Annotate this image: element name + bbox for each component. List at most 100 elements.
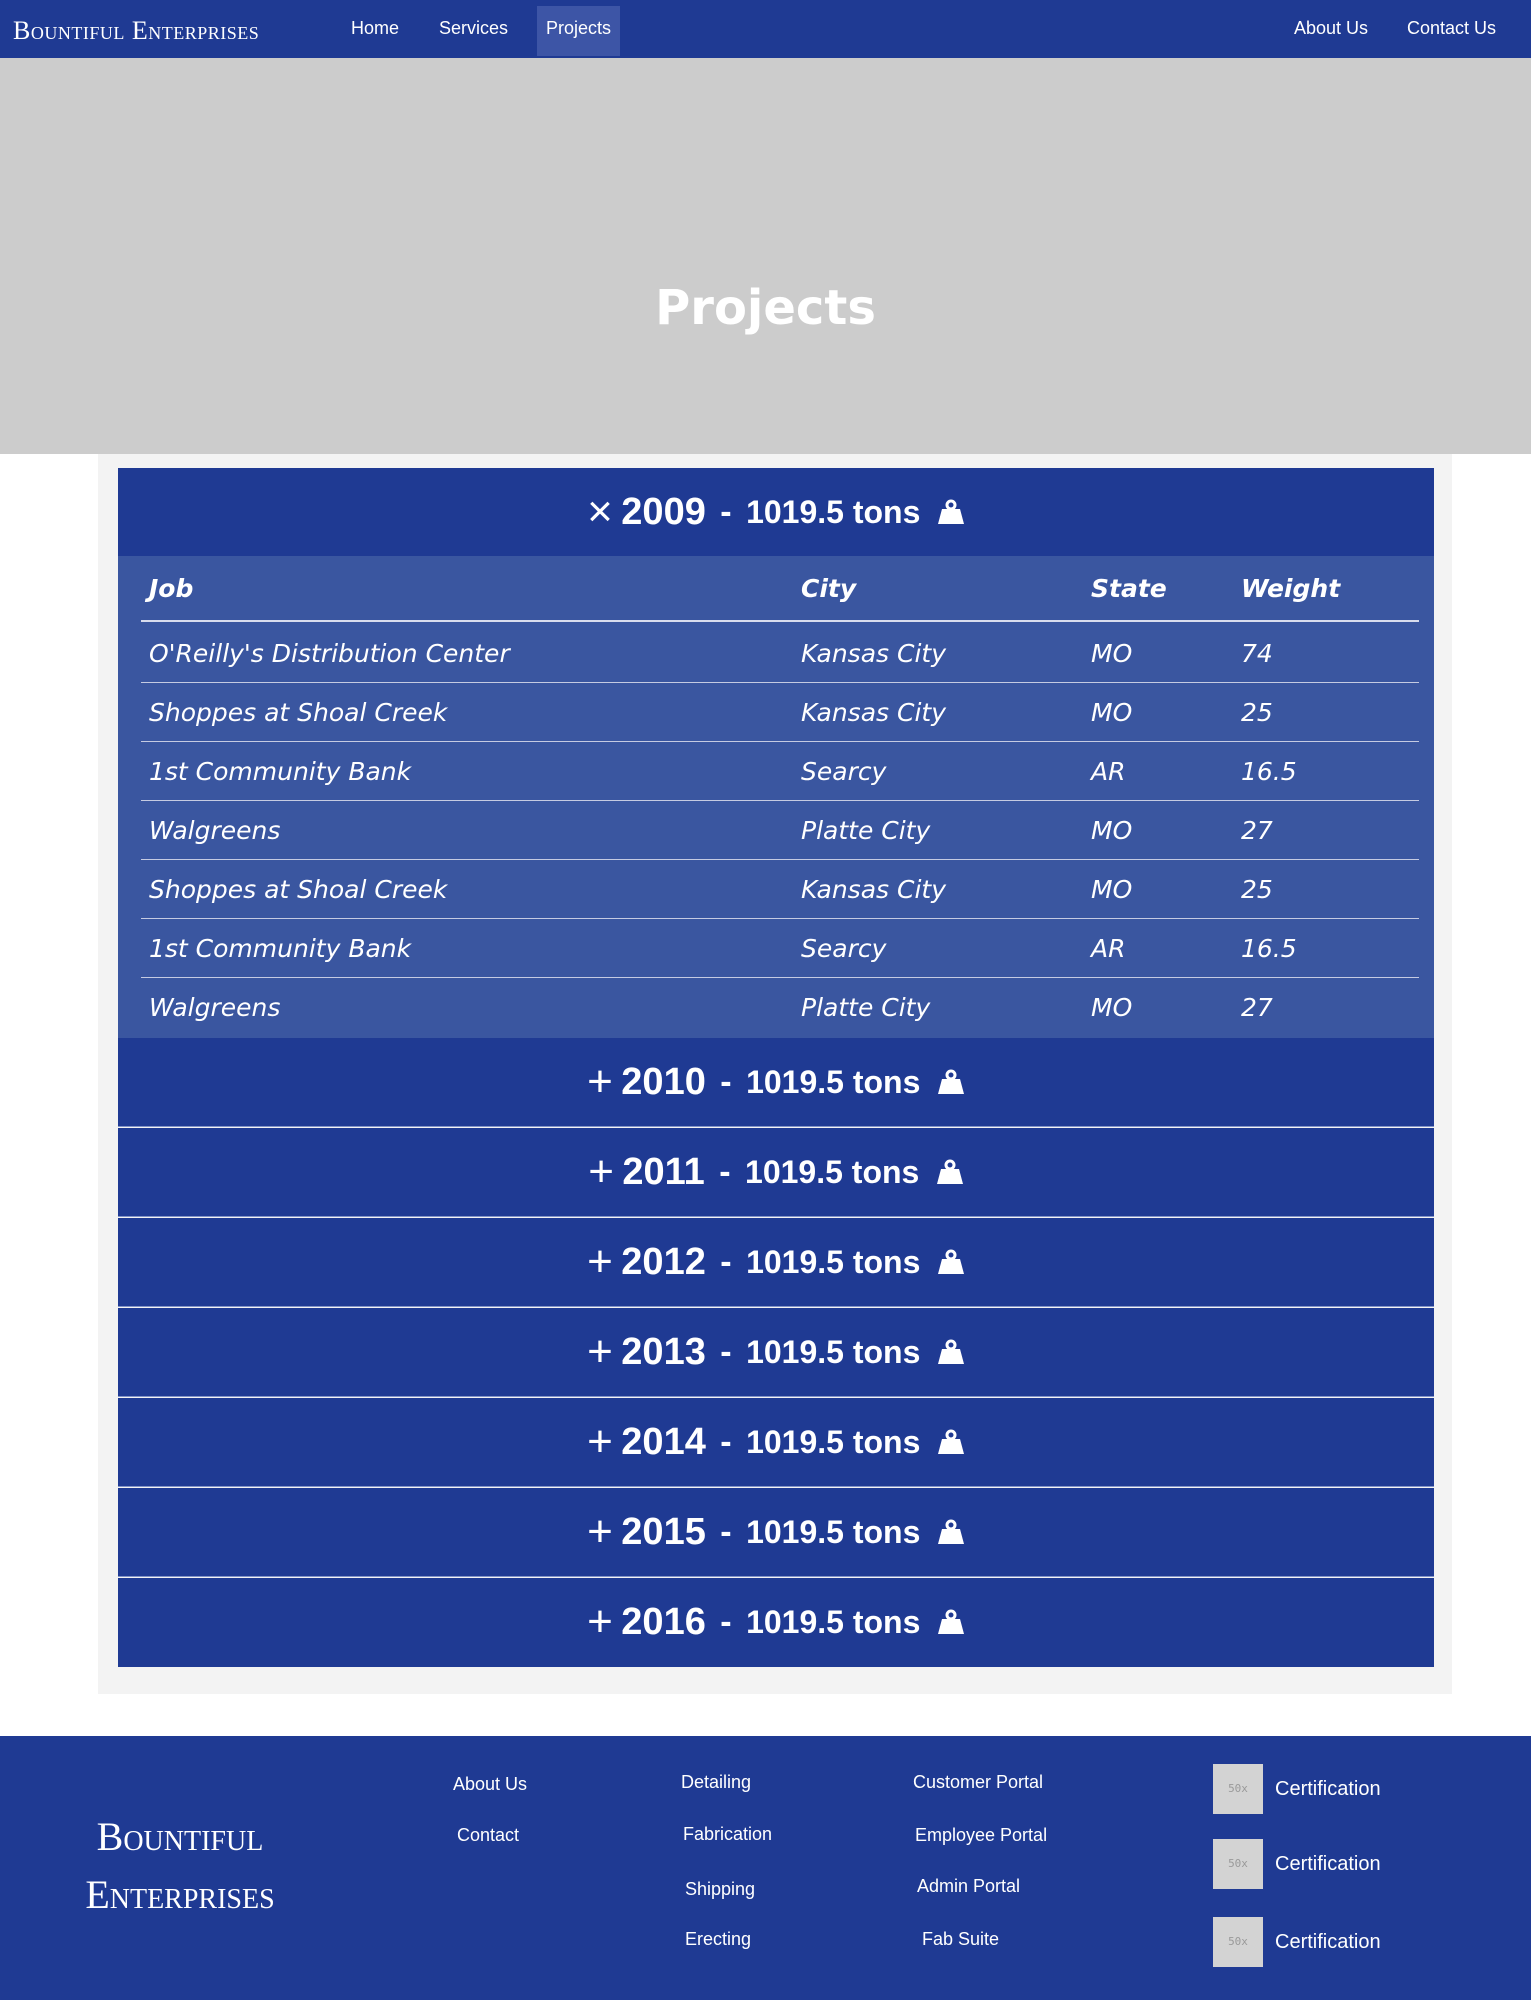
table-row: Walgreens Platte City MO 27 bbox=[141, 801, 1419, 860]
cell-city: Kansas City bbox=[801, 874, 946, 904]
certification-item: 50x Certification bbox=[1213, 1839, 1453, 1889]
footer-link-about-us[interactable]: About Us bbox=[453, 1774, 527, 1795]
cell-state: MO bbox=[1091, 874, 1133, 904]
nav-contact-us[interactable]: Contact Us bbox=[1398, 0, 1505, 56]
cell-job: O'Reilly's Distribution Center bbox=[149, 638, 510, 668]
plus-icon[interactable]: + bbox=[587, 1597, 613, 1646]
cell-job: Shoppes at Shoal Creek bbox=[149, 697, 448, 727]
weight-icon bbox=[937, 1609, 964, 1634]
cell-state: MO bbox=[1091, 638, 1133, 668]
cell-job: 1st Community Bank bbox=[149, 756, 412, 786]
column-header-state: State bbox=[1091, 573, 1167, 603]
cell-city: Searcy bbox=[801, 933, 887, 963]
plus-icon[interactable]: + bbox=[587, 1417, 613, 1466]
weight-icon bbox=[937, 1519, 964, 1544]
nav-about-us[interactable]: About Us bbox=[1285, 0, 1377, 56]
year-header-2014[interactable]: + 2014 - 1019.5 tons bbox=[118, 1398, 1434, 1487]
cell-weight: 25 bbox=[1241, 874, 1273, 904]
cell-weight: 16.5 bbox=[1241, 756, 1297, 786]
cell-city: Kansas City bbox=[801, 697, 946, 727]
cell-city: Platte City bbox=[801, 815, 931, 845]
year-tons: 1019.5 tons bbox=[746, 1604, 921, 1640]
year-label: 2011 bbox=[622, 1151, 705, 1193]
footer-link-shipping[interactable]: Shipping bbox=[685, 1879, 755, 1900]
year-header-2009[interactable]: × 2009 - 1019.5 tons bbox=[118, 468, 1434, 557]
column-header-job: Job bbox=[149, 573, 194, 603]
hero-banner: Projects bbox=[0, 58, 1531, 454]
cell-city: Searcy bbox=[801, 756, 887, 786]
year-header-2015[interactable]: + 2015 - 1019.5 tons bbox=[118, 1488, 1434, 1577]
plus-icon[interactable]: + bbox=[587, 1327, 613, 1376]
table-row: Shoppes at Shoal Creek Kansas City MO 25 bbox=[141, 683, 1419, 742]
cell-weight: 27 bbox=[1241, 815, 1273, 845]
year-header-2012[interactable]: + 2012 - 1019.5 tons bbox=[118, 1218, 1434, 1307]
close-icon[interactable]: × bbox=[587, 487, 613, 536]
year-tons: 1019.5 tons bbox=[746, 1334, 921, 1370]
column-header-weight: Weight bbox=[1241, 573, 1341, 603]
separator: - bbox=[720, 1333, 732, 1371]
footer-link-fabrication[interactable]: Fabrication bbox=[683, 1824, 772, 1845]
cell-state: MO bbox=[1091, 993, 1133, 1022]
cell-weight: 74 bbox=[1241, 638, 1273, 668]
weight-icon bbox=[937, 1249, 964, 1274]
cell-job: Walgreens bbox=[149, 993, 281, 1022]
certification-item: 50x Certification bbox=[1213, 1764, 1453, 1814]
year-tons: 1019.5 tons bbox=[746, 1424, 921, 1460]
brand-logo[interactable]: Bountiful Enterprises bbox=[13, 16, 259, 46]
nav-home[interactable]: Home bbox=[342, 0, 408, 56]
plus-icon[interactable]: + bbox=[587, 1507, 613, 1556]
plus-icon[interactable]: + bbox=[587, 1237, 613, 1286]
year-label: 2013 bbox=[621, 1331, 706, 1373]
cell-city: Platte City bbox=[801, 993, 931, 1022]
cell-weight: 25 bbox=[1241, 697, 1273, 727]
year-header-2016[interactable]: + 2016 - 1019.5 tons bbox=[118, 1578, 1434, 1667]
plus-icon[interactable]: + bbox=[588, 1147, 614, 1196]
nav-services[interactable]: Services bbox=[430, 0, 517, 56]
footer-link-customer-portal[interactable]: Customer Portal bbox=[913, 1772, 1043, 1793]
separator: - bbox=[720, 1423, 732, 1461]
year-header-2013[interactable]: + 2013 - 1019.5 tons bbox=[118, 1308, 1434, 1397]
year-tons: 1019.5 tons bbox=[746, 1244, 921, 1280]
year-label: 2009 bbox=[621, 491, 706, 533]
separator: - bbox=[720, 1063, 732, 1101]
footer-link-detailing[interactable]: Detailing bbox=[681, 1772, 751, 1793]
year-label: 2012 bbox=[621, 1241, 706, 1283]
footer-link-admin-portal[interactable]: Admin Portal bbox=[917, 1876, 1020, 1897]
top-navbar: Bountiful Enterprises Home Services Proj… bbox=[0, 0, 1531, 58]
projects-table-2009: Job City State Weight O'Reilly's Distrib… bbox=[118, 556, 1434, 1038]
footer-link-fab-suite[interactable]: Fab Suite bbox=[922, 1929, 999, 1950]
weight-icon bbox=[937, 1339, 964, 1364]
footer-brand-line1: Bountiful bbox=[96, 1814, 264, 1859]
nav-projects[interactable]: Projects bbox=[537, 6, 621, 56]
cell-city: Kansas City bbox=[801, 638, 946, 668]
site-footer: Bountiful Enterprises About Us Contact D… bbox=[0, 1736, 1531, 2000]
footer-link-contact[interactable]: Contact bbox=[457, 1825, 519, 1846]
certification-label: Certification bbox=[1275, 1853, 1381, 1875]
weight-icon bbox=[937, 1429, 964, 1454]
year-label: 2014 bbox=[621, 1421, 706, 1463]
cell-state: MO bbox=[1091, 815, 1133, 845]
cell-state: AR bbox=[1091, 933, 1126, 963]
certification-label: Certification bbox=[1275, 1778, 1381, 1800]
cell-weight: 16.5 bbox=[1241, 933, 1297, 963]
footer-link-employee-portal[interactable]: Employee Portal bbox=[915, 1825, 1047, 1846]
year-tons: 1019.5 tons bbox=[746, 1514, 921, 1550]
certification-image-placeholder: 50x bbox=[1213, 1917, 1263, 1967]
certification-item: 50x Certification bbox=[1213, 1917, 1453, 1967]
year-header-2010[interactable]: + 2010 - 1019.5 tons bbox=[118, 1038, 1434, 1127]
plus-icon[interactable]: + bbox=[587, 1057, 613, 1106]
cell-job: 1st Community Bank bbox=[149, 933, 412, 963]
cell-job: Walgreens bbox=[149, 815, 281, 845]
year-header-2011[interactable]: + 2011 - 1019.5 tons bbox=[118, 1128, 1434, 1217]
column-header-city: City bbox=[801, 573, 857, 603]
separator: - bbox=[720, 1603, 732, 1641]
separator: - bbox=[720, 1513, 732, 1551]
weight-icon bbox=[937, 1069, 964, 1094]
year-label: 2015 bbox=[621, 1511, 706, 1553]
footer-brand[interactable]: Bountiful Enterprises bbox=[40, 1808, 320, 1924]
year-tons: 1019.5 tons bbox=[746, 494, 921, 530]
cell-state: MO bbox=[1091, 697, 1133, 727]
table-header: Job City State Weight bbox=[141, 556, 1419, 622]
table-row: 1st Community Bank Searcy AR 16.5 bbox=[141, 742, 1419, 801]
footer-link-erecting[interactable]: Erecting bbox=[685, 1929, 751, 1950]
